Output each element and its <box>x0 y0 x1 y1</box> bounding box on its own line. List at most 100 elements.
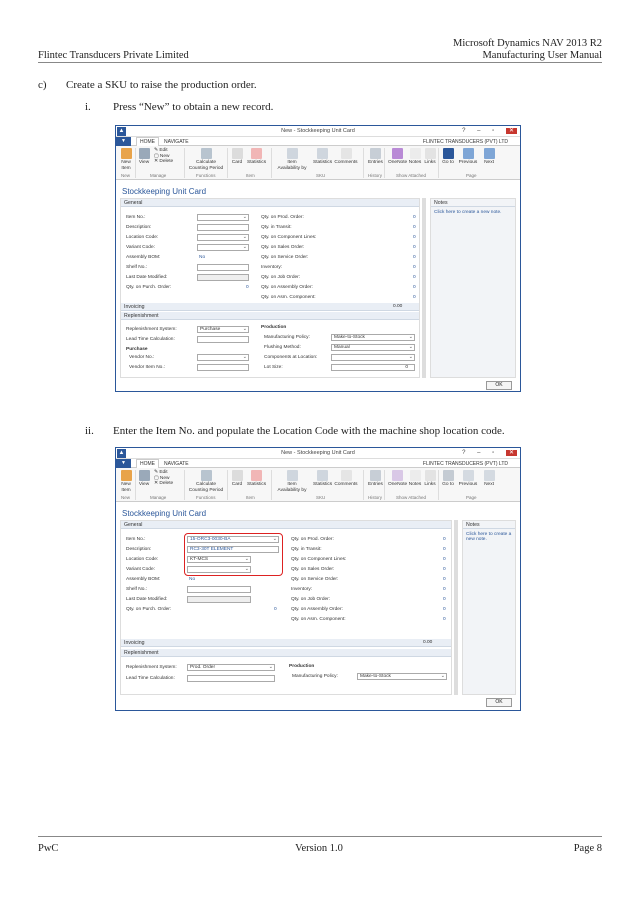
close-icon[interactable]: ✕ <box>505 128 517 134</box>
replenishment-section-header[interactable]: Replenishment <box>121 649 451 657</box>
lead-time-field[interactable] <box>187 675 275 682</box>
qty-prod-value[interactable]: 0 <box>443 537 446 542</box>
comments-button[interactable]: Comments <box>334 470 358 488</box>
lot-size-field[interactable]: 0 <box>331 364 415 371</box>
vertical-scrollbar[interactable] <box>422 198 426 378</box>
flushing-field[interactable]: Manual ⌄ <box>331 344 415 351</box>
onenote-button[interactable]: OneNote <box>388 148 407 166</box>
assembly-bom-value[interactable]: No <box>199 255 205 260</box>
invoicing-section-header[interactable]: Invoicing <box>121 303 419 311</box>
qty-assembly-value[interactable]: 0 <box>443 607 446 612</box>
notes-header[interactable]: Notes <box>431 199 515 207</box>
qty-sales-value[interactable]: 0 <box>443 567 446 572</box>
variant-code-field[interactable]: ⌄ <box>197 244 249 251</box>
view-button[interactable]: View <box>138 470 150 488</box>
file-menu-button[interactable]: ▼ <box>116 137 131 146</box>
vendor-item-field[interactable] <box>197 364 249 371</box>
chevron-down-icon[interactable]: ⌄ <box>243 215 247 220</box>
notes-header[interactable]: Notes <box>463 521 515 529</box>
notes-button[interactable]: Notes <box>408 148 422 166</box>
chevron-down-icon[interactable]: ⌄ <box>269 665 273 670</box>
qty-assembly-value[interactable]: 0 <box>413 285 416 290</box>
item-availability-button[interactable]: Item Availability by <box>276 148 308 171</box>
new-item-button[interactable]: New Item <box>119 148 133 171</box>
sku-statistics-button[interactable]: Statistics <box>313 470 332 488</box>
tab-home[interactable]: HOME <box>136 459 159 468</box>
qty-comp-lines-value[interactable]: 0 <box>413 235 416 240</box>
qty-prod-value[interactable]: 0 <box>413 215 416 220</box>
calculate-counting-period-button[interactable]: Calculate Counting Period <box>188 148 224 171</box>
qty-asm-comp-value[interactable]: 0 <box>413 295 416 300</box>
mfg-policy-field[interactable]: Make-to-Stock ⌄ <box>331 334 415 341</box>
shelf-no-field[interactable] <box>197 264 249 271</box>
tab-home[interactable]: HOME <box>136 137 159 146</box>
qty-asm-comp-value[interactable]: 0 <box>443 617 446 622</box>
file-menu-button[interactable]: ▼ <box>116 459 131 468</box>
location-code-field[interactable]: ⌄ <box>197 234 249 241</box>
chevron-down-icon[interactable]: ⌄ <box>243 245 247 250</box>
entries-button[interactable]: Entries <box>368 148 383 166</box>
chevron-down-icon[interactable]: ⌄ <box>409 355 413 360</box>
view-button[interactable]: View <box>138 148 150 166</box>
ok-button[interactable]: OK <box>486 381 512 390</box>
chevron-down-icon[interactable]: ⌄ <box>243 235 247 240</box>
qty-purch-value[interactable]: 0 <box>246 285 249 290</box>
chevron-down-icon[interactable]: ⌄ <box>409 345 413 350</box>
invoicing-section-header[interactable]: Invoicing <box>121 639 451 647</box>
comp-loc-field[interactable]: ⌄ <box>331 354 415 361</box>
create-note-link[interactable]: Click here to create a new note. <box>466 532 514 542</box>
general-section-header[interactable]: General <box>121 199 419 207</box>
item-statistics-button[interactable]: Statistics <box>247 148 266 166</box>
chevron-down-icon[interactable]: ⌄ <box>409 335 413 340</box>
mfg-policy-field[interactable]: Make-to-Stock ⌄ <box>357 673 447 680</box>
next-button[interactable]: Next <box>482 148 496 166</box>
window-controls[interactable]: ? – ▫ ✕ <box>462 449 517 456</box>
repl-system-field[interactable]: Prod. Order ⌄ <box>187 664 275 671</box>
description-field[interactable] <box>197 224 249 231</box>
qty-service-value[interactable]: 0 <box>413 255 416 260</box>
previous-button[interactable]: Previous <box>458 470 478 488</box>
comments-button[interactable]: Comments <box>334 148 358 166</box>
go-to-button[interactable]: Go to <box>442 470 454 488</box>
tab-navigate[interactable]: NAVIGATE <box>164 139 189 145</box>
item-availability-button[interactable]: Item Availability by <box>276 470 308 493</box>
ok-button[interactable]: OK <box>486 698 512 707</box>
lead-time-field[interactable] <box>197 336 249 343</box>
in-transit-value[interactable]: 0 <box>413 225 416 230</box>
chevron-down-icon[interactable]: ⌄ <box>243 327 247 332</box>
card-button[interactable]: Card <box>231 470 243 488</box>
links-button[interactable]: Links <box>424 470 436 488</box>
delete-button[interactable]: ✕ Delete <box>154 481 176 487</box>
repl-system-field[interactable]: Purchase ⌄ <box>197 326 249 333</box>
qty-job-value[interactable]: 0 <box>413 275 416 280</box>
chevron-down-icon[interactable]: ⌄ <box>243 355 247 360</box>
entries-button[interactable]: Entries <box>368 470 383 488</box>
qty-service-value[interactable]: 0 <box>443 577 446 582</box>
close-icon[interactable]: ✕ <box>505 450 517 456</box>
window-controls[interactable]: ? – ▫ ✕ <box>462 127 517 134</box>
qty-purch-value[interactable]: 0 <box>274 607 277 612</box>
create-note-link[interactable]: Click here to create a new note. <box>434 210 501 215</box>
qty-comp-lines-value[interactable]: 0 <box>443 557 446 562</box>
go-to-button[interactable]: Go to <box>442 148 454 166</box>
links-button[interactable]: Links <box>424 148 436 166</box>
in-transit-value[interactable]: 0 <box>443 547 446 552</box>
inventory-value[interactable]: 0 <box>443 587 446 592</box>
qty-job-value[interactable]: 0 <box>443 597 446 602</box>
shelf-no-field[interactable] <box>187 586 251 593</box>
onenote-button[interactable]: OneNote <box>388 470 407 488</box>
calculate-counting-period-button[interactable]: Calculate Counting Period <box>188 470 224 493</box>
notes-button[interactable]: Notes <box>408 470 422 488</box>
vertical-scrollbar[interactable] <box>454 520 458 695</box>
qty-sales-value[interactable]: 0 <box>413 245 416 250</box>
chevron-down-icon[interactable]: ⌄ <box>441 674 445 679</box>
delete-button[interactable]: ✕ Delete <box>154 159 176 165</box>
sku-statistics-button[interactable]: Statistics <box>313 148 332 166</box>
card-button[interactable]: Card <box>231 148 243 166</box>
tab-navigate[interactable]: NAVIGATE <box>164 461 189 467</box>
assembly-bom-value[interactable]: No <box>189 577 195 582</box>
previous-button[interactable]: Previous <box>458 148 478 166</box>
item-no-field[interactable]: ⌄ <box>197 214 249 221</box>
general-section-header[interactable]: General <box>121 521 451 529</box>
vendor-no-field[interactable]: ⌄ <box>197 354 249 361</box>
